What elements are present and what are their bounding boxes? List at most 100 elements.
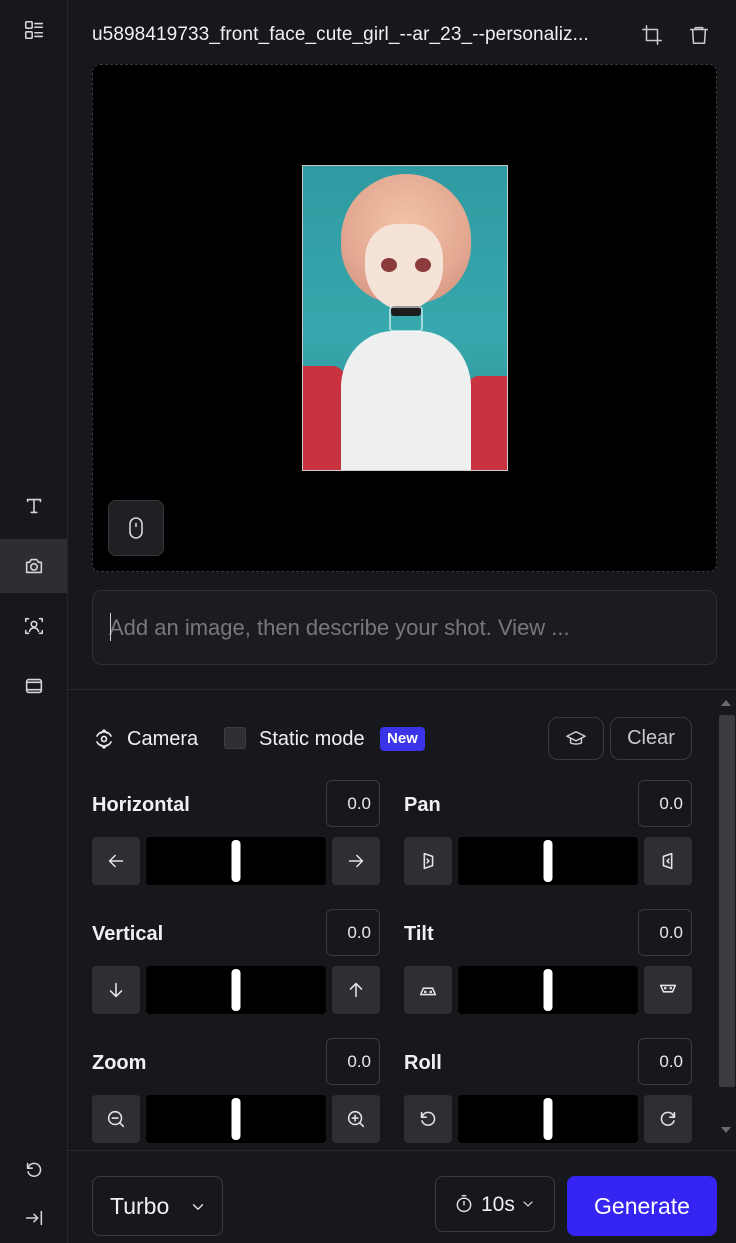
tilt-control: Tilt 0.0 [404, 909, 692, 1014]
chevron-down-icon [192, 1204, 204, 1210]
generate-button[interactable]: Generate [567, 1176, 717, 1236]
mouse-mode-button[interactable] [108, 500, 164, 556]
zoom-decrease-button[interactable] [92, 1095, 140, 1143]
sidebar [0, 0, 68, 1243]
roll-slider-handle[interactable] [543, 1098, 553, 1140]
text-icon [26, 498, 41, 514]
static-mode-label: Static mode [259, 728, 365, 750]
pan-left-icon [423, 852, 434, 870]
delete-button[interactable] [686, 22, 712, 48]
zoom-slider-handle[interactable] [231, 1098, 241, 1140]
scroll-down-arrow[interactable] [721, 1127, 731, 1133]
zoom-out-icon [107, 1110, 125, 1128]
pan-value-input[interactable]: 0.0 [638, 780, 692, 827]
mouse-icon [129, 517, 143, 539]
roll-decrease-button[interactable] [404, 1095, 452, 1143]
duration-select[interactable]: 10s [435, 1176, 555, 1232]
header: u5898419733_front_face_cute_girl_--ar_23… [68, 0, 736, 64]
zoom-label: Zoom [92, 1052, 147, 1074]
sidebar-collapse-button[interactable] [0, 1191, 67, 1243]
tutorial-button[interactable] [548, 717, 604, 760]
tilt-value-input[interactable]: 0.0 [638, 909, 692, 956]
horizontal-label: Horizontal [92, 794, 190, 816]
vertical-control: Vertical 0.0 [92, 909, 380, 1014]
model-label: Turbo [110, 1193, 170, 1219]
arrow-right-icon [348, 854, 364, 868]
camera-panel: Camera Static mode New Clear Horizontal 0… [68, 690, 736, 1150]
rotate-cw-icon [660, 1111, 676, 1126]
arrow-left-icon [108, 854, 124, 868]
prompt-input[interactable] [109, 611, 699, 645]
roll-label: Roll [404, 1052, 442, 1074]
vertical-slider[interactable] [146, 966, 326, 1014]
tilt-increase-button[interactable] [644, 966, 692, 1014]
vertical-slider-handle[interactable] [231, 969, 241, 1011]
arrow-up-icon [349, 982, 363, 998]
main-area: u5898419733_front_face_cute_girl_--ar_23… [68, 0, 736, 1243]
pan-increase-button[interactable] [644, 837, 692, 885]
scroll-up-arrow[interactable] [721, 700, 731, 706]
footer: Turbo 10s Generate [68, 1150, 736, 1243]
camera-title: Camera [127, 728, 199, 750]
text-caret [110, 613, 111, 641]
tilt-slider[interactable] [458, 966, 638, 1014]
horizontal-decrease-button[interactable] [92, 837, 140, 885]
sidebar-undo-button[interactable] [0, 1143, 67, 1197]
graduation-cap-icon [566, 730, 586, 745]
vertical-increase-button[interactable] [332, 966, 380, 1014]
sidebar-frames-button[interactable] [0, 659, 67, 713]
tilt-up-icon [659, 984, 677, 993]
model-select[interactable]: Turbo [92, 1176, 223, 1236]
duration-label: 10s [481, 1193, 515, 1216]
timer-icon [454, 1194, 474, 1214]
trash-icon [689, 26, 709, 45]
sidebar-face-button[interactable] [0, 599, 67, 653]
clear-button[interactable]: Clear [610, 717, 692, 760]
tilt-slider-handle[interactable] [543, 969, 553, 1011]
new-badge: New [380, 727, 425, 751]
scrollbar-thumb[interactable] [719, 715, 735, 1087]
prompt-box[interactable] [92, 590, 717, 665]
horizontal-control: Horizontal 0.0 [92, 780, 380, 885]
arrow-down-icon [109, 982, 123, 998]
zoom-in-icon [347, 1110, 365, 1128]
camera-orbit-icon [92, 727, 116, 751]
tilt-down-icon [419, 987, 437, 996]
layout-list-icon [24, 20, 43, 40]
zoom-control: Zoom 0.0 [92, 1038, 380, 1143]
pan-label: Pan [404, 794, 441, 816]
zoom-value-input[interactable]: 0.0 [326, 1038, 380, 1085]
crop-icon [642, 25, 662, 45]
vertical-label: Vertical [92, 923, 164, 945]
zoom-increase-button[interactable] [332, 1095, 380, 1143]
file-title: u5898419733_front_face_cute_girl_--ar_23… [92, 24, 589, 45]
sidebar-camera-button[interactable] [0, 539, 67, 593]
pan-decrease-button[interactable] [404, 837, 452, 885]
roll-value-input[interactable]: 0.0 [638, 1038, 692, 1085]
image-canvas[interactable] [92, 64, 717, 572]
pan-slider[interactable] [458, 837, 638, 885]
tilt-decrease-button[interactable] [404, 966, 452, 1014]
camera-icon [25, 558, 42, 574]
roll-slider[interactable] [458, 1095, 638, 1143]
tilt-label: Tilt [404, 923, 434, 945]
horizontal-value-input[interactable]: 0.0 [326, 780, 380, 827]
sidebar-layout-button[interactable] [0, 3, 67, 57]
undo-icon [26, 1162, 41, 1177]
crop-button[interactable] [639, 22, 665, 48]
vertical-value-input[interactable]: 0.0 [326, 909, 380, 956]
collapse-sidebar-icon [25, 1210, 42, 1226]
frames-icon [25, 678, 42, 694]
rotate-ccw-icon [420, 1111, 436, 1126]
roll-increase-button[interactable] [644, 1095, 692, 1143]
horizontal-slider[interactable] [146, 837, 326, 885]
sidebar-text-button[interactable] [0, 479, 67, 533]
static-mode-checkbox[interactable] [224, 727, 246, 749]
camera-focus-icon [389, 306, 423, 332]
pan-slider-handle[interactable] [543, 840, 553, 882]
uploaded-image[interactable] [302, 165, 508, 471]
horizontal-increase-button[interactable] [332, 837, 380, 885]
horizontal-slider-handle[interactable] [231, 840, 241, 882]
vertical-decrease-button[interactable] [92, 966, 140, 1014]
zoom-slider[interactable] [146, 1095, 326, 1143]
